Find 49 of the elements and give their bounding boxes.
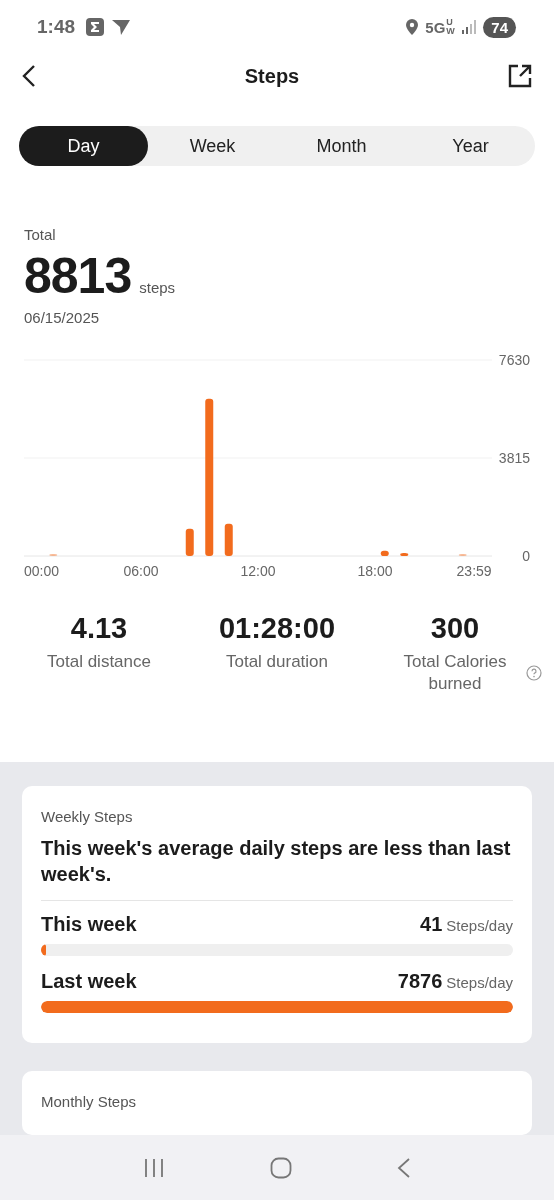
y-axis-label: 7630: [498, 354, 530, 368]
stat-value: 01:28:00: [218, 612, 336, 645]
stat-value: 4.13: [70, 612, 128, 645]
stat-value: 300: [430, 612, 480, 645]
home-icon[interactable]: [270, 1156, 292, 1179]
signal-icon: [462, 20, 477, 34]
page-title: Steps: [244, 64, 300, 88]
period-tab[interactable]: Week: [148, 126, 277, 166]
status-time: 1:48: [37, 16, 76, 38]
total-steps-value: 8813: [24, 247, 132, 305]
bar: [185, 528, 194, 556]
bar: [224, 523, 233, 556]
y-axis-label: 0: [522, 548, 530, 564]
help-icon[interactable]: [526, 665, 542, 682]
share-icon[interactable]: [508, 64, 532, 88]
x-axis-label: 12:00: [240, 563, 276, 579]
date-label: 06/15/2025: [24, 309, 101, 326]
card-title: Weekly Steps: [41, 808, 134, 825]
total-label: Total: [24, 226, 57, 243]
card-title: Monthly Steps: [41, 1093, 138, 1110]
x-axis-label: 00:00: [24, 563, 60, 579]
y-axis-label: 3815: [498, 450, 530, 466]
network-type: 5G: [425, 18, 446, 36]
x-axis-label: 23:59: [456, 563, 492, 579]
x-axis-label: 18:00: [357, 563, 393, 579]
week-unit: Steps/day: [446, 974, 513, 991]
week-value: 41: [420, 913, 443, 936]
week-unit: Steps/day: [446, 917, 513, 934]
week-value: 7876: [397, 970, 443, 993]
steps-unit: steps: [139, 279, 176, 296]
week-label: Last week: [41, 970, 138, 993]
week-label: This week: [41, 913, 138, 936]
stat-label: Total duration: [225, 651, 329, 673]
sigma-icon: [86, 18, 105, 36]
bar: [400, 552, 409, 556]
battery-indicator: 74: [483, 16, 516, 38]
back-icon[interactable]: [22, 64, 36, 88]
period-tab[interactable]: Day: [19, 126, 148, 166]
network-subtype: UW: [446, 18, 456, 36]
period-tab[interactable]: Month: [277, 126, 406, 166]
card-message: This week's average daily steps are less than last week's.: [41, 836, 512, 887]
period-tab[interactable]: Year: [406, 126, 535, 166]
recent-apps-icon[interactable]: [142, 1156, 165, 1179]
stat-label: Total Calories burned: [402, 651, 508, 696]
stat-label: Total distance: [47, 651, 151, 673]
x-axis-label: 06:00: [123, 563, 159, 579]
back-nav-icon[interactable]: [397, 1156, 412, 1179]
bar: [380, 550, 389, 556]
location-pin-icon: [406, 19, 419, 35]
